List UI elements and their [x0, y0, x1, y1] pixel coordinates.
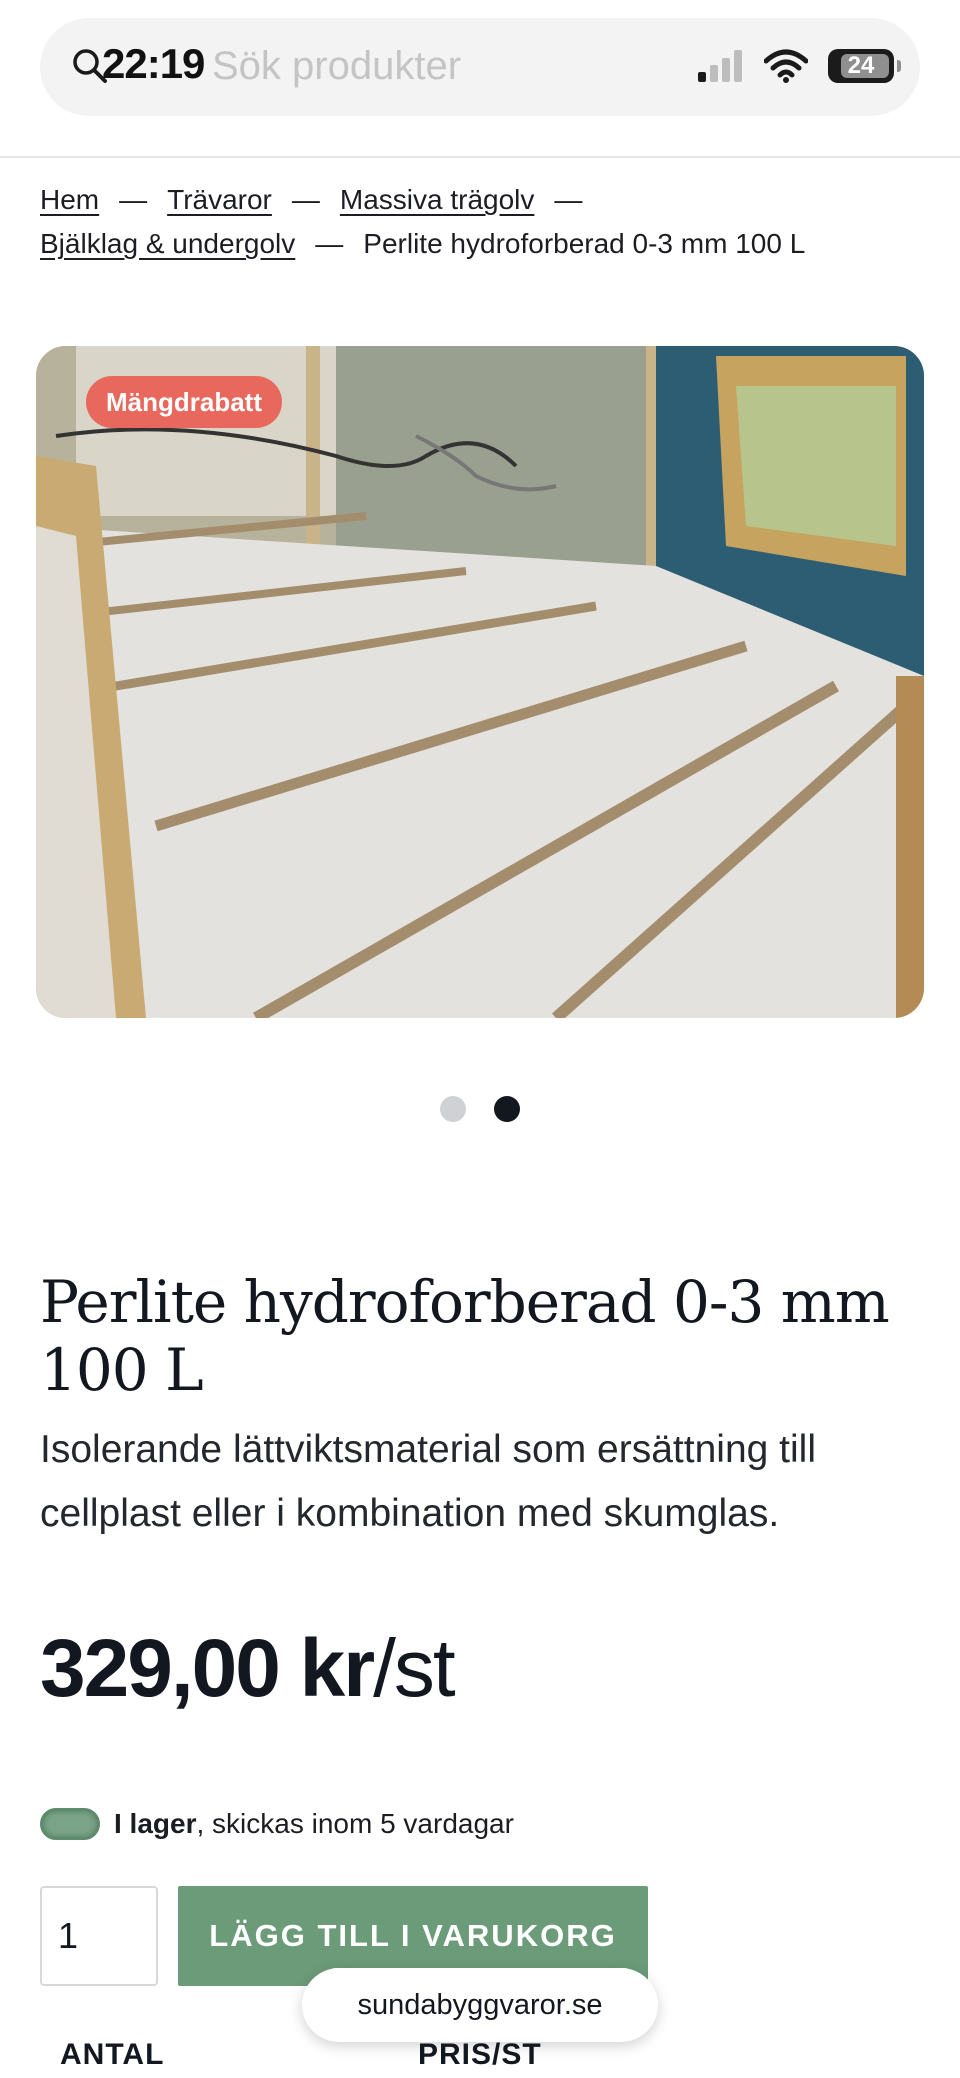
product-description: Isolerande lättviktsmaterial som ersättn… [40, 1428, 816, 1535]
top-bar: Sök produkter 22:19 24 [0, 0, 960, 158]
status-icons: 24 [698, 44, 901, 88]
breadcrumb-separator: — [315, 228, 344, 259]
carousel-dot-2[interactable] [494, 1096, 520, 1122]
cellular-signal-icon [698, 50, 742, 82]
wifi-icon [764, 49, 808, 83]
breadcrumb-link-travaror[interactable]: Trävaror [167, 184, 272, 215]
price-amount: 329,00 kr [40, 1623, 375, 1714]
product-photo [36, 346, 924, 1018]
breadcrumb-separator: — [119, 184, 148, 215]
in-stock-indicator-icon [40, 1808, 100, 1840]
discount-badge: Mängdrabatt [86, 376, 282, 428]
status-time: 22:19 [102, 40, 205, 87]
browser-url-bar[interactable]: sundabyggvaror.se [302, 1968, 658, 2042]
breadcrumb-link-bjalklag[interactable]: Bjälklag & undergolv [40, 228, 295, 259]
stock-status-label: I lager [114, 1808, 197, 1839]
battery-icon: 24 [828, 49, 901, 83]
breadcrumb-current: Perlite hydroforberad 0-3 mm 100 L [363, 228, 806, 259]
product-image[interactable]: Mängdrabatt [36, 346, 924, 1018]
breadcrumb-link-home[interactable]: Hem [40, 184, 99, 215]
price-unit: /st [373, 1623, 456, 1714]
stock-status: I lager, skickas inom 5 vardagar [40, 1806, 514, 1842]
image-carousel-indicators [0, 1096, 960, 1122]
product-price: 329,00 kr/st [40, 1622, 456, 1716]
product-title: Perlite hydroforberad 0-3 mm 100 L [40, 1268, 890, 1404]
column-header-quantity: ANTAL [60, 2038, 165, 2071]
column-header-price-per-unit: PRIS/ST [418, 2038, 542, 2071]
breadcrumb-link-massiva-tragolv[interactable]: Massiva trägolv [340, 184, 535, 215]
breadcrumb-separator: — [554, 184, 583, 215]
search-input-placeholder[interactable]: Sök produkter [212, 44, 461, 89]
battery-level-text: 24 [847, 52, 875, 79]
search-bar[interactable]: Sök produkter 22:19 24 [40, 18, 920, 116]
breadcrumb: Hem — Trävaror — Massiva trägolv — Bjälklag &… [40, 178, 920, 266]
quantity-input[interactable] [40, 1886, 158, 1986]
carousel-dot-1[interactable] [440, 1096, 466, 1122]
stock-status-detail: , skickas inom 5 vardagar [196, 1808, 514, 1839]
breadcrumb-separator: — [291, 184, 320, 215]
